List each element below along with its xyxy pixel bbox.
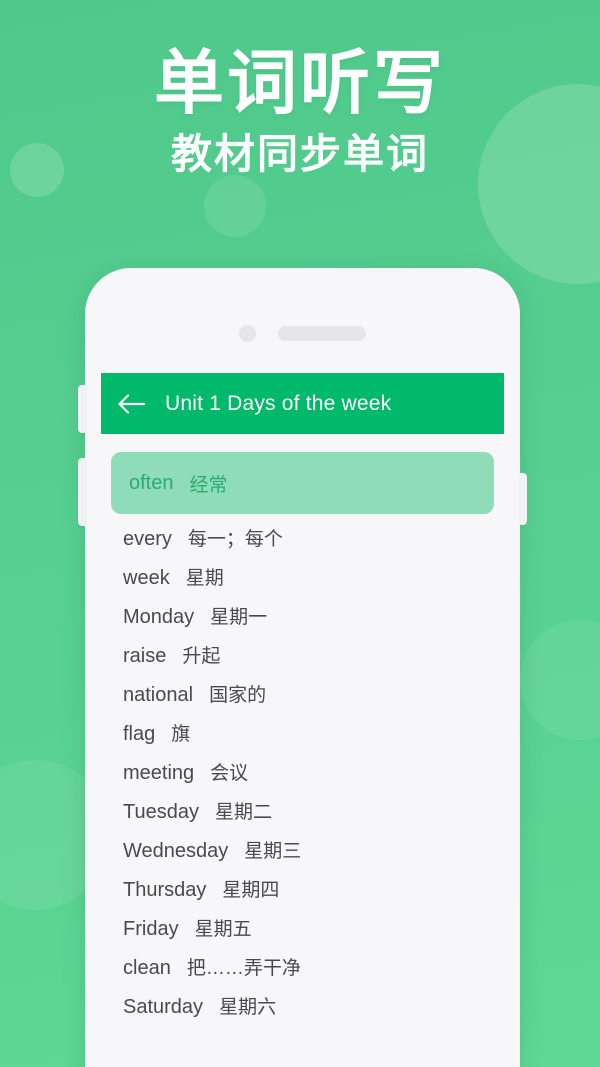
word-row[interactable]: meeting 会议 <box>101 758 504 797</box>
word-term: national <box>123 684 194 706</box>
word-meaning: 星期三 <box>244 841 302 862</box>
word-row[interactable]: Tuesday 星期二 <box>101 797 504 836</box>
word-term: every <box>123 528 172 550</box>
word-meaning: 把……弄干净 <box>186 958 301 979</box>
promo-subheadline: 教材同步单词 <box>171 131 429 177</box>
word-term: week <box>123 567 170 589</box>
word-row-selected[interactable]: often 经常 <box>111 452 494 514</box>
word-row[interactable]: week 星期 <box>101 563 504 602</box>
word-meaning: 星期二 <box>214 802 272 823</box>
app-header: Unit 1 Days of the week <box>101 373 504 434</box>
word-meaning: 经常 <box>189 474 228 496</box>
word-row[interactable]: clean 把……弄干净 <box>101 953 504 992</box>
decor-circle-bottom-right <box>520 620 600 740</box>
phone-mockup: Unit 1 Days of the week often 经常 every 每一；每… <box>78 268 527 1067</box>
word-term: Monday <box>123 606 195 628</box>
word-meaning: 星期一 <box>210 607 268 628</box>
back-arrow-icon[interactable] <box>115 387 149 421</box>
word-row[interactable]: every 每一；每个 <box>101 524 504 563</box>
word-row[interactable]: flag 旗 <box>101 719 504 758</box>
app-screen: Unit 1 Days of the week often 经常 every 每一；每… <box>101 373 504 1067</box>
promo-headline: 单词听写 <box>154 44 446 122</box>
volume-down-button[interactable] <box>78 458 86 526</box>
word-meaning: 升起 <box>182 646 221 667</box>
word-meaning: 星期五 <box>194 919 252 940</box>
word-meaning: 星期六 <box>219 997 277 1018</box>
word-term: Tuesday <box>123 801 199 823</box>
word-term: Thursday <box>123 879 207 901</box>
word-term: often <box>129 471 174 494</box>
word-row[interactable]: Friday 星期五 <box>101 914 504 953</box>
word-list[interactable]: often 经常 every 每一；每个 week 星期 Monday 星期一 raise 升起 n… <box>101 434 504 1031</box>
word-meaning: 国家的 <box>209 685 267 706</box>
camera-dot-icon <box>239 324 256 342</box>
word-term: Saturday <box>123 996 204 1018</box>
word-row[interactable]: Monday 星期一 <box>101 602 504 641</box>
power-button[interactable] <box>519 473 527 525</box>
word-term: raise <box>123 645 167 667</box>
word-row[interactable]: raise 升起 <box>101 641 504 680</box>
word-row[interactable]: Wednesday 星期三 <box>101 836 504 875</box>
word-row[interactable]: Saturday 星期六 <box>101 992 504 1031</box>
phone-notch <box>85 324 520 342</box>
speaker-bar-icon <box>278 325 366 341</box>
word-meaning: 旗 <box>171 724 191 745</box>
word-term: Friday <box>123 918 179 940</box>
word-term: meeting <box>123 762 195 784</box>
word-row[interactable]: national 国家的 <box>101 680 504 719</box>
word-term: flag <box>123 723 156 745</box>
word-meaning: 每一；每个 <box>187 529 283 550</box>
promo-poster: 单词听写 教材同步单词 Unit 1 Days of the week ofte… <box>0 0 600 1067</box>
word-meaning: 星期四 <box>222 880 280 901</box>
promo-text-block: 单词听写 教材同步单词 <box>0 48 600 175</box>
volume-up-button[interactable] <box>78 385 86 433</box>
decor-circle-center <box>204 175 266 237</box>
word-row[interactable]: Thursday 星期四 <box>101 875 504 914</box>
word-term: clean <box>123 957 171 979</box>
word-term: Wednesday <box>123 840 229 862</box>
word-meaning: 会议 <box>210 763 249 784</box>
word-meaning: 星期 <box>185 568 224 589</box>
page-title: Unit 1 Days of the week <box>165 391 392 415</box>
